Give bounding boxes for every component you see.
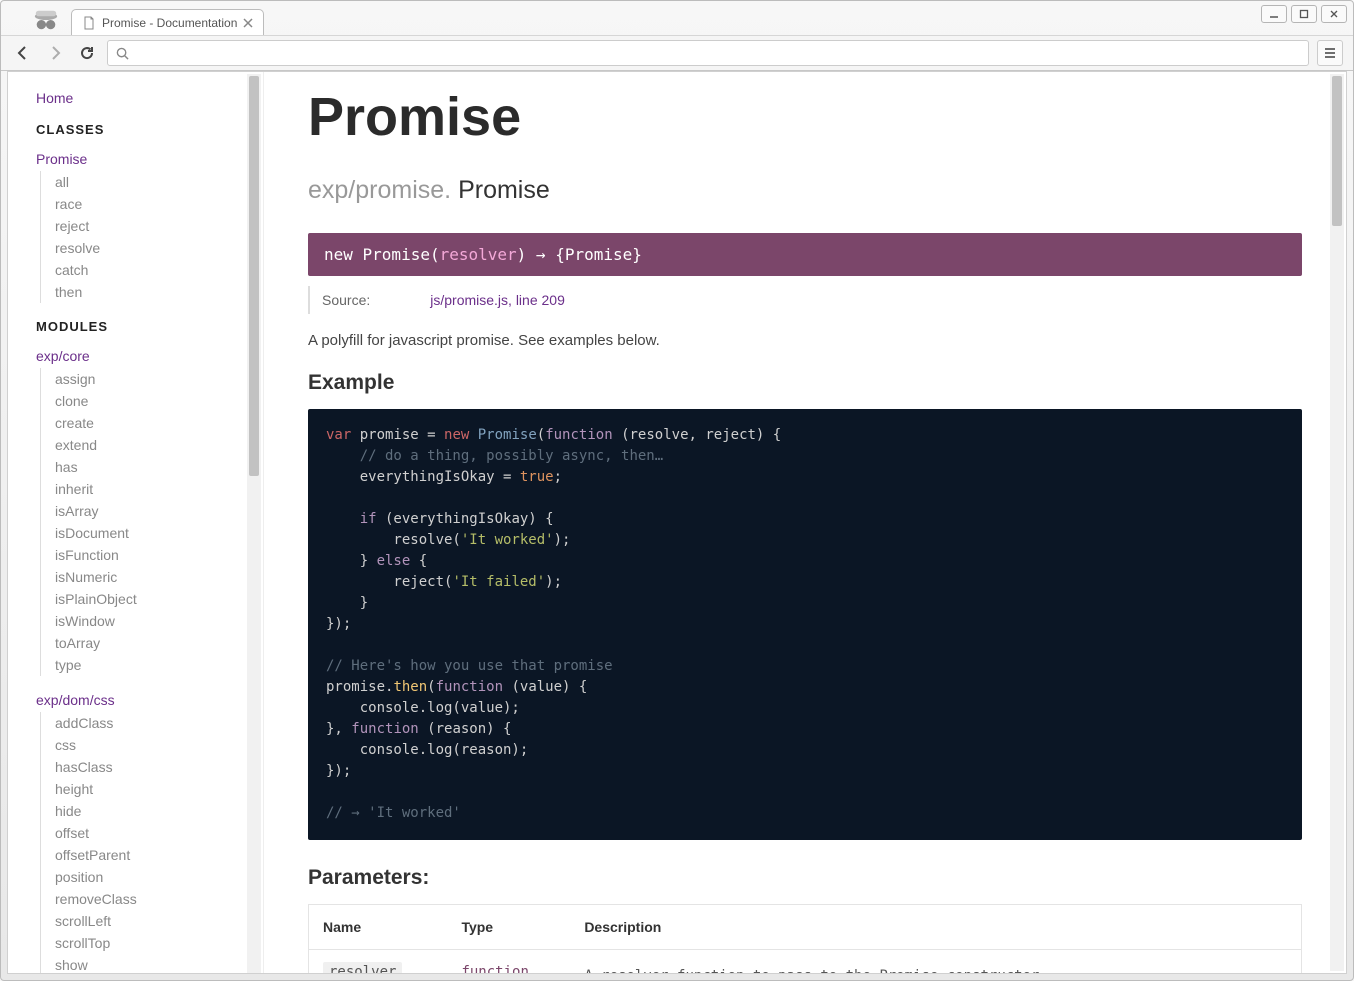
sidebar-item-offsetParent[interactable]: offsetParent xyxy=(55,844,263,866)
sidebar-module-exp-core[interactable]: exp/core xyxy=(36,348,263,364)
favicon-document-icon xyxy=(82,16,96,30)
classes-heading: CLASSES xyxy=(36,122,263,137)
parameters-heading: Parameters: xyxy=(308,866,1302,890)
page-title: Promise xyxy=(308,86,1302,148)
sidebar-item-offset[interactable]: offset xyxy=(55,822,263,844)
reload-button[interactable] xyxy=(75,41,99,65)
th-name: Name xyxy=(309,905,448,950)
sidebar-item-toArray[interactable]: toArray xyxy=(55,632,263,654)
param-description: A resolver function to pass to the Promi… xyxy=(570,950,1301,974)
sidebar-item-height[interactable]: height xyxy=(55,778,263,800)
parameters-table: Name Type Description resolver function … xyxy=(308,904,1302,973)
source-row: Source: js/promise.js, line 209 xyxy=(308,286,1302,314)
forward-button[interactable] xyxy=(43,41,67,65)
nav-home[interactable]: Home xyxy=(36,90,263,106)
sidebar-item-clone[interactable]: clone xyxy=(55,390,263,412)
sidebar-item-inherit[interactable]: inherit xyxy=(55,478,263,500)
sidebar-item-removeClass[interactable]: removeClass xyxy=(55,888,263,910)
sidebar-item-isDocument[interactable]: isDocument xyxy=(55,522,263,544)
content-scrollbar-thumb[interactable] xyxy=(1332,76,1342,226)
window-maximize-button[interactable] xyxy=(1291,5,1317,23)
th-type: Type xyxy=(447,905,570,950)
th-desc: Description xyxy=(570,905,1301,950)
sidebar-method-all[interactable]: all xyxy=(55,171,263,193)
address-bar[interactable] xyxy=(107,40,1309,66)
tab-title: Promise - Documentation xyxy=(102,16,237,30)
sidebar-item-scrollLeft[interactable]: scrollLeft xyxy=(55,910,263,932)
breadcrumb: exp/promise. Promise xyxy=(308,176,1302,205)
sidebar-item-css[interactable]: css xyxy=(55,734,263,756)
tab-close-icon[interactable] xyxy=(243,18,253,28)
browser-tab[interactable]: Promise - Documentation xyxy=(71,9,264,35)
sidebar-item-isFunction[interactable]: isFunction xyxy=(55,544,263,566)
sidebar-scrollbar[interactable] xyxy=(247,74,261,973)
example-heading: Example xyxy=(308,371,1302,395)
sidebar-method-resolve[interactable]: resolve xyxy=(55,237,263,259)
modules-heading: MODULES xyxy=(36,319,263,334)
sidebar-item-isArray[interactable]: isArray xyxy=(55,500,263,522)
sidebar-item-isWindow[interactable]: isWindow xyxy=(55,610,263,632)
sidebar-item-extend[interactable]: extend xyxy=(55,434,263,456)
code-example: var promise = new Promise(function (reso… xyxy=(308,409,1302,840)
content-scrollbar[interactable] xyxy=(1330,74,1344,971)
sidebar-method-then[interactable]: then xyxy=(55,281,263,303)
sidebar-item-show[interactable]: show xyxy=(55,954,263,973)
window-minimize-button[interactable] xyxy=(1261,5,1287,23)
sidebar-item-type[interactable]: type xyxy=(55,654,263,676)
search-icon xyxy=(116,47,129,60)
incognito-icon xyxy=(31,7,61,33)
sidebar-scrollbar-thumb[interactable] xyxy=(249,76,259,476)
sidebar-module-exp-dom-css[interactable]: exp/dom/css xyxy=(36,692,263,708)
window-close-button[interactable] xyxy=(1321,5,1347,23)
sidebar-item-create[interactable]: create xyxy=(55,412,263,434)
back-button[interactable] xyxy=(11,41,35,65)
sidebar-item-has[interactable]: has xyxy=(55,456,263,478)
sidebar-item-scrollTop[interactable]: scrollTop xyxy=(55,932,263,954)
sidebar-method-reject[interactable]: reject xyxy=(55,215,263,237)
param-name: resolver xyxy=(323,962,402,973)
sidebar-item-position[interactable]: position xyxy=(55,866,263,888)
browser-menu-button[interactable] xyxy=(1317,40,1343,66)
sidebar-item-assign[interactable]: assign xyxy=(55,368,263,390)
sidebar-class-promise[interactable]: Promise xyxy=(36,151,263,167)
sidebar-method-catch[interactable]: catch xyxy=(55,259,263,281)
doc-sidebar: Home CLASSES Promise allracerejectresolv… xyxy=(8,72,264,973)
sidebar-item-addClass[interactable]: addClass xyxy=(55,712,263,734)
doc-content: Promise exp/promise. Promise new Promise… xyxy=(264,72,1346,973)
sidebar-method-race[interactable]: race xyxy=(55,193,263,215)
source-label: Source: xyxy=(322,292,370,308)
url-input[interactable] xyxy=(135,46,1300,61)
source-link[interactable]: js/promise.js, line 209 xyxy=(430,292,565,308)
param-type: function xyxy=(447,950,570,974)
sidebar-item-isPlainObject[interactable]: isPlainObject xyxy=(55,588,263,610)
sidebar-item-hide[interactable]: hide xyxy=(55,800,263,822)
sidebar-item-hasClass[interactable]: hasClass xyxy=(55,756,263,778)
table-row: resolver function A resolver function to… xyxy=(309,950,1302,974)
sidebar-item-isNumeric[interactable]: isNumeric xyxy=(55,566,263,588)
class-description: A polyfill for javascript promise. See e… xyxy=(308,332,1302,349)
method-signature: new Promise(resolver) → {Promise} xyxy=(308,233,1302,276)
